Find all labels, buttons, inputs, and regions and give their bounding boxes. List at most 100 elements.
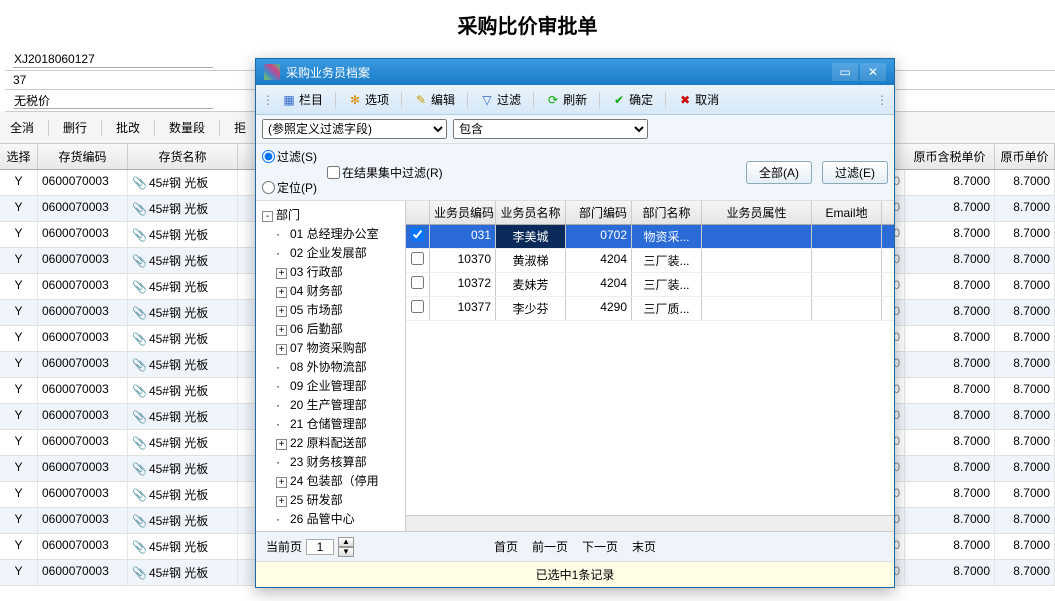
- confirm-icon: ✔: [612, 93, 626, 107]
- attachment-icon: 📎: [132, 332, 147, 346]
- attachment-icon: 📎: [132, 176, 147, 190]
- list-col-0[interactable]: 业务员编码: [430, 201, 496, 224]
- tree-node-04[interactable]: +04 财务部: [272, 281, 403, 300]
- list-row[interactable]: 10370黄淑梯4204三厂装...: [406, 249, 894, 273]
- all-button[interactable]: 全部(A): [746, 161, 812, 184]
- list-col-1[interactable]: 业务员名称: [496, 201, 566, 224]
- dlg-tb-选项[interactable]: ✻选项: [342, 89, 395, 110]
- pager: 当前页 ▲ ▼ 首页 前一页 下一页 末页: [256, 532, 894, 561]
- tree-node-24[interactable]: +24 包装部（停用: [272, 471, 403, 490]
- grid-col-2[interactable]: 存货名称: [128, 144, 238, 169]
- dialog-titlebar[interactable]: 采购业务员档案 ▭ ✕: [256, 59, 894, 85]
- tree-node-05[interactable]: +05 市场部: [272, 300, 403, 319]
- filter-icon: ▽: [480, 93, 494, 107]
- tree-node-03[interactable]: +03 行政部: [272, 262, 403, 281]
- chk-in-result[interactable]: 在结果集中过滤(R): [327, 164, 736, 181]
- tree-root[interactable]: -部门: [258, 205, 403, 224]
- attachment-icon: 📎: [132, 358, 147, 372]
- list-row[interactable]: 031李美城0702物资采...: [406, 225, 894, 249]
- toolbar-btn-3[interactable]: 数量段: [161, 116, 213, 139]
- attachment-icon: 📎: [132, 306, 147, 320]
- filter-row-2: 过滤(S) 定位(P) 在结果集中过滤(R) 全部(A) 过滤(E): [256, 144, 894, 201]
- grid-col-4[interactable]: 原币单价: [995, 144, 1055, 169]
- grid-col-3[interactable]: 原币含税单价: [905, 144, 995, 169]
- list-col-3[interactable]: 部门名称: [632, 201, 702, 224]
- hscrollbar[interactable]: [406, 515, 894, 531]
- radio-filter[interactable]: 过滤(S): [262, 148, 317, 165]
- row-checkbox[interactable]: [411, 300, 424, 313]
- curpage-input[interactable]: [306, 539, 334, 555]
- dialog-toolbar: ⋮▦栏目✻选项✎编辑▽过滤⟳刷新✔确定✖取消⋮: [256, 85, 894, 115]
- docno-input[interactable]: [13, 51, 213, 68]
- match-mode-select[interactable]: 包含: [453, 119, 648, 139]
- tax-input[interactable]: [13, 92, 213, 109]
- toolbar-btn-1[interactable]: 删行: [55, 116, 95, 139]
- tree-node-22[interactable]: +22 原料配送部: [272, 433, 403, 452]
- radio-locate[interactable]: 定位(P): [262, 179, 317, 196]
- tree-node-02[interactable]: ·02 企业发展部: [272, 243, 403, 262]
- list-row[interactable]: 10377李少芬4290三厂质...: [406, 297, 894, 321]
- dlg-tb-过滤[interactable]: ▽过滤: [474, 89, 527, 110]
- toolbar-btn-0[interactable]: 全消: [2, 116, 42, 139]
- tree-node-07[interactable]: +07 物资采购部: [272, 338, 403, 357]
- page-title: 采购比价审批单: [0, 0, 1055, 49]
- row-checkbox[interactable]: [411, 228, 424, 241]
- tree-node-23[interactable]: ·23 财务核算部: [272, 452, 403, 471]
- filter-field-select[interactable]: (参照定义过滤字段): [262, 119, 447, 139]
- attachment-icon: 📎: [132, 488, 147, 502]
- dept-tree[interactable]: -部门 ·01 总经理办公室·02 企业发展部+03 行政部+04 财务部+05…: [256, 201, 406, 531]
- row-checkbox[interactable]: [411, 276, 424, 289]
- row-checkbox[interactable]: [411, 252, 424, 265]
- dlg-tb-取消[interactable]: ✖取消: [672, 89, 725, 110]
- tree-node-01[interactable]: ·01 总经理办公室: [272, 224, 403, 243]
- list-row[interactable]: 10372麦妹芳4204三厂装...: [406, 273, 894, 297]
- attachment-icon: 📎: [132, 436, 147, 450]
- edit-icon: ✎: [414, 93, 428, 107]
- status-bar: 已选中1条记录: [256, 561, 894, 587]
- pager-first[interactable]: 首页: [494, 538, 518, 555]
- minimize-button[interactable]: ▭: [832, 63, 858, 81]
- dlg-tb-刷新[interactable]: ⟳刷新: [540, 89, 593, 110]
- tree-node-20[interactable]: ·20 生产管理部: [272, 395, 403, 414]
- grid-col-0[interactable]: 选择: [0, 144, 38, 169]
- list-col-4[interactable]: 业务员属性: [702, 201, 812, 224]
- dlg-tb-确定[interactable]: ✔确定: [606, 89, 659, 110]
- tree-node-09[interactable]: ·09 企业管理部: [272, 376, 403, 395]
- dlg-tb-编辑[interactable]: ✎编辑: [408, 89, 461, 110]
- list-col-5[interactable]: Email地: [812, 201, 882, 224]
- attachment-icon: 📎: [132, 462, 147, 476]
- page-up-button[interactable]: ▲: [338, 537, 354, 547]
- tree-node-21[interactable]: ·21 仓储管理部: [272, 414, 403, 433]
- filter-row: (参照定义过滤字段) 包含: [256, 115, 894, 144]
- toolbar-btn-2[interactable]: 批改: [108, 116, 148, 139]
- attachment-icon: 📎: [132, 228, 147, 242]
- pager-prev[interactable]: 前一页: [532, 538, 568, 555]
- pager-last[interactable]: 末页: [632, 538, 656, 555]
- tree-node-08[interactable]: ·08 外协物流部: [272, 357, 403, 376]
- filter-button[interactable]: 过滤(E): [822, 161, 888, 184]
- attachment-icon: 📎: [132, 566, 147, 580]
- attachment-icon: 📎: [132, 410, 147, 424]
- tree-node-06[interactable]: +06 后勤部: [272, 319, 403, 338]
- attachment-icon: 📎: [132, 540, 147, 554]
- grid-col-1[interactable]: 存货编码: [38, 144, 128, 169]
- attachment-icon: 📎: [132, 514, 147, 528]
- page-down-button[interactable]: ▼: [338, 547, 354, 557]
- columns-icon: ▦: [282, 93, 296, 107]
- close-button[interactable]: ✕: [860, 63, 886, 81]
- attachment-icon: 📎: [132, 202, 147, 216]
- salesperson-dialog: 采购业务员档案 ▭ ✕ ⋮▦栏目✻选项✎编辑▽过滤⟳刷新✔确定✖取消⋮ (参照定…: [255, 58, 895, 588]
- attachment-icon: 📎: [132, 254, 147, 268]
- pager-next[interactable]: 下一页: [582, 538, 618, 555]
- toolbar-btn-4[interactable]: 拒: [226, 116, 254, 139]
- list-col-2[interactable]: 部门编码: [566, 201, 632, 224]
- dlg-tb-栏目[interactable]: ▦栏目: [276, 89, 329, 110]
- list-chk-header[interactable]: [406, 201, 430, 224]
- tree-node-25[interactable]: +25 研发部: [272, 490, 403, 509]
- attachment-icon: 📎: [132, 280, 147, 294]
- curpage-label: 当前页: [266, 538, 302, 555]
- tree-node-26[interactable]: ·26 品管中心: [272, 509, 403, 528]
- dialog-title: 采购业务员档案: [286, 64, 830, 81]
- options-icon: ✻: [348, 93, 362, 107]
- app-logo-icon: [264, 64, 280, 80]
